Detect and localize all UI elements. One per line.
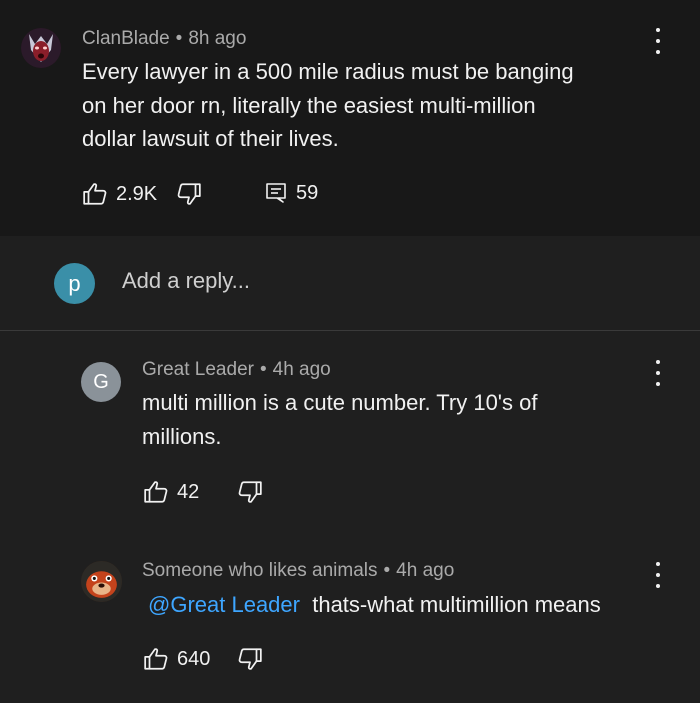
more-dot-icon [656, 371, 660, 375]
thumbs-down-icon [177, 183, 201, 205]
timestamp: 4h ago [272, 359, 331, 380]
reply-bar [0, 236, 700, 331]
great-leader-avatar[interactable]: G [81, 362, 121, 402]
more-dot-icon [656, 562, 660, 566]
comment-meta: ClanBlade • 8h ago [82, 28, 246, 50]
reply-text-line: millions. [142, 423, 222, 449]
someone-avatar[interactable] [81, 561, 122, 602]
reply-text-line: thats-what multimillion means [312, 592, 601, 617]
thumbs-down-icon [238, 648, 262, 670]
thumbs-up-icon [144, 648, 168, 670]
more-dot-icon [656, 360, 660, 364]
author-name[interactable]: Someone who likes animals [142, 560, 378, 581]
warrior-face-icon [21, 28, 61, 68]
user-avatar[interactable]: p [54, 263, 95, 304]
separator-dot: • [175, 28, 183, 49]
comment-icon [266, 183, 286, 203]
separator-dot: • [383, 560, 391, 581]
great-leader-avatar-letter: G [93, 370, 109, 393]
like-button[interactable]: 640 [143, 646, 210, 672]
like-count: 2.9K [116, 182, 158, 205]
author-name[interactable]: ClanBlade [82, 28, 170, 49]
timestamp: 4h ago [396, 560, 455, 581]
more-dot-icon [656, 382, 660, 386]
thumbs-up-icon [83, 183, 107, 205]
more-dot-icon [656, 39, 660, 43]
user-avatar-letter: p [68, 270, 81, 296]
like-count: 640 [177, 647, 211, 670]
dislike-button[interactable] [176, 181, 202, 207]
comment-text-line: Every lawyer in a 500 mile radius must b… [82, 59, 574, 84]
mention-link[interactable]: @Great Leader [148, 592, 300, 617]
author-name[interactable]: Great Leader [142, 359, 254, 380]
comment-text-line: on her door rn, literally the easiest mu… [82, 92, 536, 118]
more-options-button[interactable] [653, 562, 663, 588]
animal-avatar-icon [81, 561, 122, 602]
like-count: 42 [177, 480, 200, 503]
more-options-button[interactable] [653, 28, 663, 54]
thumbs-up-icon [144, 481, 168, 503]
reply-meta: Someone who likes animals • 4h ago [142, 560, 454, 582]
dislike-button[interactable] [237, 479, 263, 505]
comment-text: Every lawyer in a 500 mile radius must b… [82, 55, 652, 156]
dislike-button[interactable] [237, 646, 263, 672]
reply-meta: Great Leader • 4h ago [142, 359, 331, 381]
like-button[interactable]: 2.9K [82, 181, 157, 207]
comment-text-line: dollar lawsuit of their lives. [82, 126, 339, 151]
separator-dot: • [259, 359, 267, 380]
timestamp: 8h ago [188, 28, 247, 49]
more-dot-icon [656, 28, 660, 32]
reply-text: @Great Leader thats-what multimillion me… [148, 588, 688, 622]
more-options-button[interactable] [653, 360, 663, 386]
add-reply-input[interactable]: Add a reply... [122, 268, 250, 294]
more-dot-icon [656, 584, 660, 588]
reply-count: 59 [296, 181, 319, 204]
more-dot-icon [656, 50, 660, 54]
more-dot-icon [656, 573, 660, 577]
reply-text: multi million is a cute number. Try 10's… [142, 386, 642, 453]
like-button[interactable]: 42 [143, 479, 199, 505]
clanblade-avatar[interactable] [21, 28, 61, 68]
thumbs-down-icon [238, 481, 262, 503]
top-comment: ClanBlade • 8h ago Every lawyer in a 500 m… [0, 0, 700, 236]
replies-button[interactable]: 59 [264, 181, 318, 205]
reply-text-line: multi million is a cute number. Try 10's… [142, 390, 538, 415]
